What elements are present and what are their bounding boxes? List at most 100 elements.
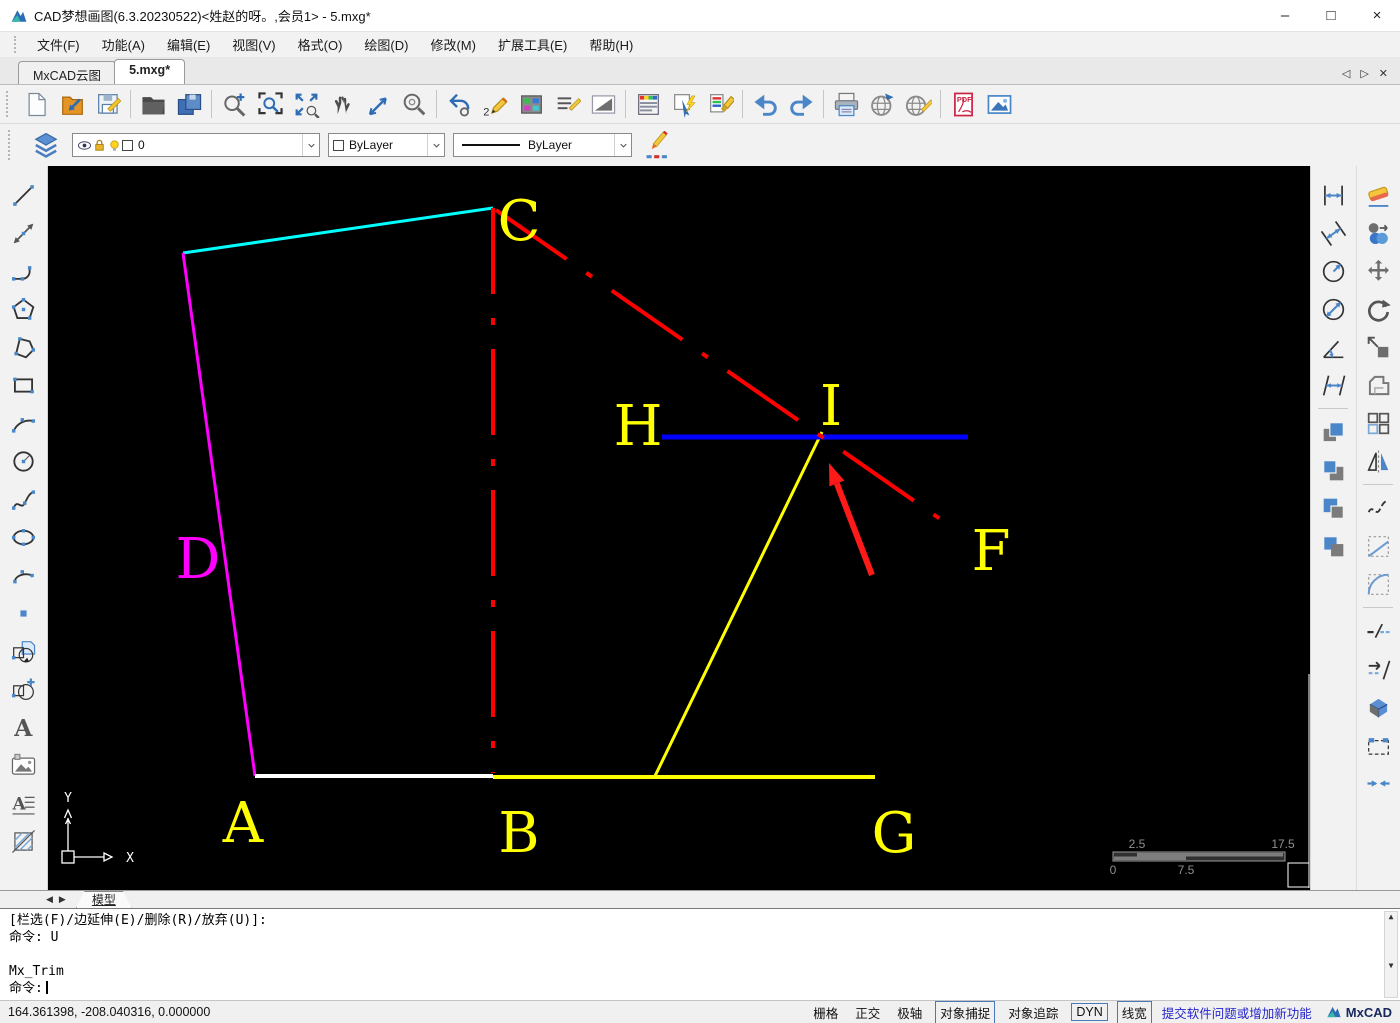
vertex-label-C[interactable]: C	[498, 189, 541, 254]
xline-button[interactable]	[5, 214, 43, 252]
dim-diameter-button[interactable]	[1314, 290, 1352, 328]
status-toggle-1[interactable]: 栅格	[809, 1002, 842, 1023]
zoom-previous-button[interactable]	[441, 87, 477, 121]
document-tab-1[interactable]: MxCAD云图	[18, 61, 117, 84]
image-export-button[interactable]	[981, 87, 1017, 121]
chamfer-button[interactable]	[1359, 527, 1397, 565]
zoom-realtime-button[interactable]	[216, 87, 252, 121]
command-prompt-line[interactable]: 命令:	[9, 980, 1380, 997]
color-palette-button[interactable]	[513, 87, 549, 121]
open-folder-button[interactable]	[135, 87, 171, 121]
color-dropdown-arrow[interactable]	[427, 134, 444, 156]
layout-next-button[interactable]: ▶	[59, 894, 66, 905]
draworder-below-button[interactable]	[1314, 527, 1352, 565]
vertex-label-G[interactable]: G	[872, 801, 917, 866]
mirror-button[interactable]	[1359, 442, 1397, 480]
menu-item-9[interactable]: 帮助(H)	[578, 35, 644, 56]
fillet-button[interactable]	[1359, 565, 1397, 603]
vertex-label-F[interactable]: F	[972, 519, 1011, 584]
break-button[interactable]	[1359, 612, 1397, 650]
menu-item-1[interactable]: 文件(F)	[26, 35, 91, 56]
vertex-label-I[interactable]: I	[820, 374, 842, 439]
open-import-button[interactable]	[54, 87, 90, 121]
status-toggle-4[interactable]: 对象捕捉	[935, 1000, 996, 1023]
draw-settings-button[interactable]	[640, 128, 676, 162]
layout-prev-button[interactable]: ◀	[46, 894, 53, 905]
hatch-button[interactable]	[5, 822, 43, 860]
quick-select-button[interactable]	[666, 87, 702, 121]
linetype-manager-button[interactable]	[549, 87, 585, 121]
save-all-button[interactable]	[171, 87, 207, 121]
vertex-label-B[interactable]: B	[498, 801, 539, 866]
new-file-button[interactable]	[18, 87, 54, 121]
zoom-extents-button[interactable]	[288, 87, 324, 121]
polygon-button[interactable]	[5, 290, 43, 328]
vertex-label-A[interactable]: A	[222, 791, 264, 856]
dim-aligned-button[interactable]	[1314, 214, 1352, 252]
lengthen-button[interactable]	[1359, 650, 1397, 688]
layer-dropdown-arrow[interactable]	[302, 134, 319, 156]
scroll-down-icon[interactable]: ▼	[1389, 961, 1394, 970]
menu-item-3[interactable]: 编辑(E)	[156, 35, 221, 56]
arc-button[interactable]	[5, 404, 43, 442]
scale-button[interactable]	[1359, 328, 1397, 366]
layer-select[interactable]: 0	[72, 133, 320, 157]
command-window[interactable]: [栏选(F)/边延伸(E)/删除(R)/放弃(U)]: 命令: U Mx_Trim …	[0, 908, 1400, 1000]
status-toggle-6[interactable]: DYN	[1071, 1003, 1108, 1021]
spline-button[interactable]	[5, 480, 43, 518]
menu-item-4[interactable]: 视图(V)	[221, 35, 286, 56]
explode-button[interactable]	[1359, 688, 1397, 726]
drawing-canvas[interactable]: C D H I F A B G Y X 2.5 17.5 0 7.5	[48, 166, 1310, 890]
command-scrollbar[interactable]: ▲ ▼	[1384, 911, 1398, 998]
menu-item-2[interactable]: 功能(A)	[91, 35, 156, 56]
close-tab-button[interactable]: ✕	[1379, 67, 1388, 80]
maximize-button[interactable]: □	[1308, 0, 1354, 31]
status-toggle-7[interactable]: 线宽	[1116, 1000, 1152, 1023]
drawing-svg[interactable]: CDH IFA B GYX2.5 17.50 7.5	[48, 166, 1310, 890]
polygon2-button[interactable]	[5, 328, 43, 366]
block-insert-button[interactable]	[5, 632, 43, 670]
ellipse-button[interactable]	[5, 518, 43, 556]
measure-button[interactable]	[360, 87, 396, 121]
feedback-link[interactable]: 提交软件问题或增加新功能	[1162, 1003, 1312, 1022]
diagonal-red-dashed-line[interactable]	[494, 208, 958, 532]
dim-parallel-button[interactable]	[1314, 366, 1352, 404]
edit-spline-button[interactable]	[1359, 489, 1397, 527]
document-tab-2[interactable]: 5.mxg*	[114, 59, 186, 84]
line-button[interactable]	[5, 176, 43, 214]
offset-button[interactable]	[1359, 366, 1397, 404]
rectangle-button[interactable]	[5, 366, 43, 404]
status-toggle-5[interactable]: 对象追踪	[1004, 1002, 1062, 1023]
lineweight-button[interactable]	[585, 87, 621, 121]
prev-tab-button[interactable]: ◁	[1342, 67, 1350, 80]
dim-linear-button[interactable]	[1314, 176, 1352, 214]
copy-button[interactable]	[1359, 214, 1397, 252]
menu-item-5[interactable]: 格式(O)	[287, 35, 354, 56]
linetype-select[interactable]: ByLayer	[453, 133, 632, 157]
join-button[interactable]	[1359, 764, 1397, 802]
stretch-button[interactable]	[1359, 726, 1397, 764]
color-select[interactable]: ByLayer	[328, 133, 445, 157]
edit-pencil-button[interactable]: 2	[477, 87, 513, 121]
publish-web-button[interactable]	[864, 87, 900, 121]
diagonal-yellow-line[interactable]	[653, 431, 824, 777]
pdf-export-button[interactable]: PDF	[945, 87, 981, 121]
zoom-object-button[interactable]	[396, 87, 432, 121]
erase-button[interactable]	[1359, 176, 1397, 214]
mtext-button[interactable]: A	[5, 784, 43, 822]
array-button[interactable]	[1359, 404, 1397, 442]
scroll-up-icon[interactable]: ▲	[1389, 912, 1394, 921]
dim-angular-button[interactable]	[1314, 328, 1352, 366]
menu-item-8[interactable]: 扩展工具(E)	[487, 35, 578, 56]
status-toggle-3[interactable]: 极轴	[893, 1002, 926, 1023]
status-toggle-2[interactable]: 正交	[851, 1002, 884, 1023]
left-magenta-line[interactable]	[181, 252, 257, 777]
match-properties-button[interactable]	[702, 87, 738, 121]
rotate-button[interactable]	[1359, 290, 1397, 328]
draworder-front-button[interactable]	[1314, 413, 1352, 451]
point-button[interactable]	[5, 594, 43, 632]
top-cyan-line[interactable]	[182, 206, 494, 255]
vertex-label-D[interactable]: D	[176, 527, 221, 592]
vertex-label-H[interactable]: H	[614, 394, 663, 459]
undo-button[interactable]	[747, 87, 783, 121]
